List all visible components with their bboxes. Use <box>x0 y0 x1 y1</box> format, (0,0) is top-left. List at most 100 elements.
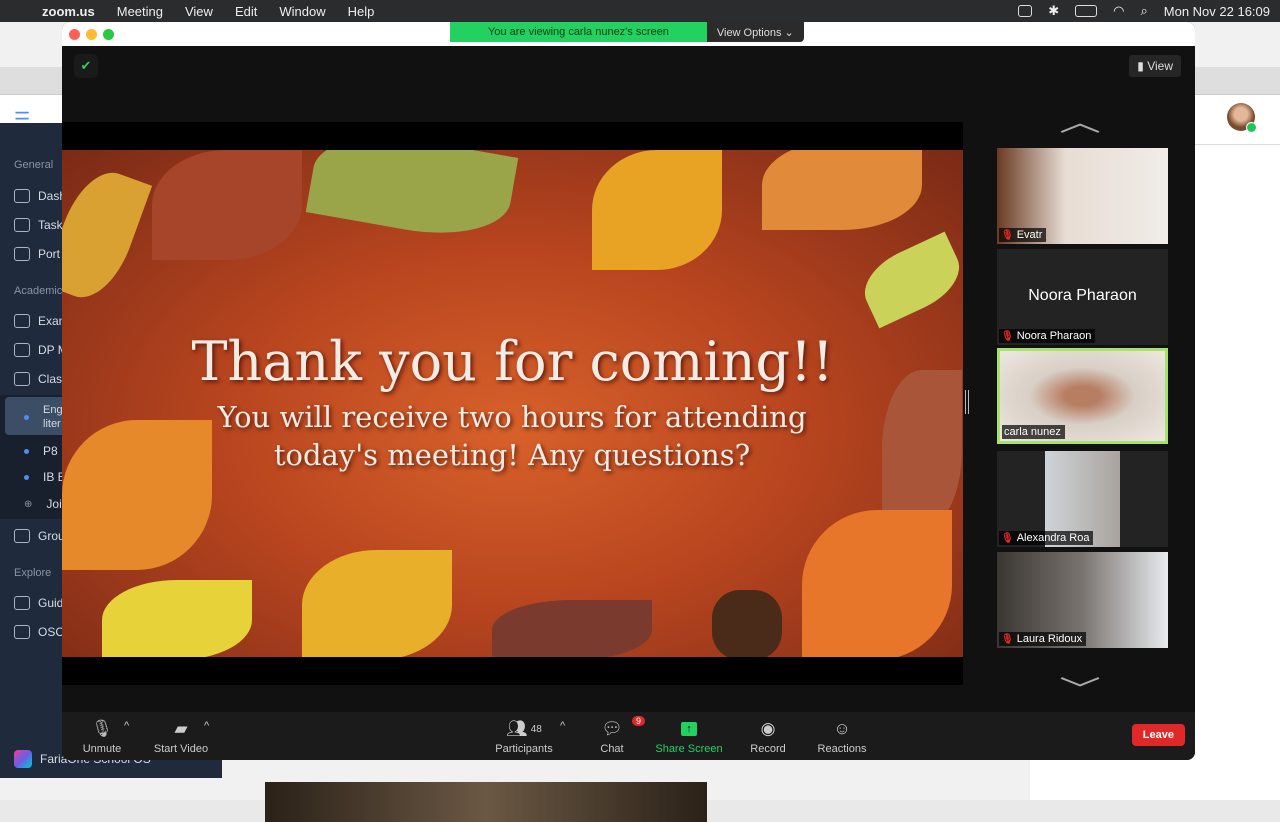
name: Laura Ridoux <box>1016 633 1083 645</box>
zoom-status-icon[interactable] <box>1018 5 1033 17</box>
calendar-icon <box>14 218 30 232</box>
sidebar-item-exams[interactable]: Exan <box>14 314 65 328</box>
menu-window[interactable]: Window <box>279 4 325 19</box>
participants-icon-wrap: 👥︎ 48 <box>492 718 556 740</box>
section-general: General <box>14 159 54 171</box>
sidebar-item-dp[interactable]: DP M <box>14 343 68 357</box>
security-shield-icon[interactable]: ✔ <box>74 54 98 78</box>
start-video-button[interactable]: ▰ Start Video <box>150 718 212 755</box>
slide: Thank you for coming!! You will receive … <box>62 150 963 657</box>
participant-name-large: Noora Pharaon <box>1028 287 1137 304</box>
dashboard-icon <box>14 189 30 203</box>
label: Clas <box>38 372 63 386</box>
label: Guid <box>38 596 64 610</box>
label: P8 <box>43 444 58 458</box>
name-label: 🎙︎ Alexandra Roa <box>999 531 1094 545</box>
participant-tile[interactable]: 🎙︎ Laura Ridoux <box>997 552 1168 648</box>
slide-title: Thank you for coming!! <box>191 330 834 393</box>
menu-view[interactable]: View <box>185 4 213 19</box>
share-arrow-icon: ↑ <box>681 722 697 736</box>
user-avatar[interactable] <box>1227 103 1257 133</box>
participant-tile[interactable]: 🎙︎ Alexandra Roa <box>997 451 1168 547</box>
shared-screen: Thank you for coming!! You will receive … <box>62 122 963 685</box>
class-item-english[interactable]: Eng liter <box>24 403 63 431</box>
leaf-decoration <box>492 600 652 657</box>
dp-icon <box>14 343 30 357</box>
scroll-up-chevron-icon[interactable]: ︿ <box>1059 102 1101 139</box>
label: OSC <box>38 625 65 639</box>
sidebar-item-groups[interactable]: Grou <box>14 529 65 543</box>
leaf-decoration <box>854 231 963 329</box>
leaf-decoration <box>302 550 452 657</box>
muted-mic-icon: 🎙︎ <box>91 719 113 738</box>
osc-icon <box>14 625 30 639</box>
menu-edit[interactable]: Edit <box>235 4 257 19</box>
participant-tile[interactable]: 🎙︎ Evatr <box>997 148 1168 244</box>
class-item-p8[interactable]: P8 <box>24 444 58 458</box>
leaf-decoration <box>62 161 153 309</box>
smiley-plus-icon: ☺︎ <box>833 719 851 738</box>
guides-icon <box>14 596 30 610</box>
search-icon[interactable]: ⌕ <box>1140 3 1147 19</box>
clock[interactable]: Mon Nov 22 16:09 <box>1164 4 1270 19</box>
reactions-button[interactable]: ☺︎ Reactions <box>814 718 870 755</box>
label: View <box>1147 59 1173 73</box>
resize-handle[interactable] <box>965 390 969 414</box>
classes-icon <box>14 372 30 386</box>
class-item-ib[interactable]: IB E <box>24 470 66 484</box>
muted-mic-icon: 🎙︎ <box>1001 229 1014 241</box>
video-thumbnail[interactable] <box>265 782 707 822</box>
chat-badge: 9 <box>632 716 646 726</box>
menu-help[interactable]: Help <box>348 4 375 19</box>
battery-icon[interactable] <box>1075 5 1098 17</box>
bluetooth-icon[interactable]: ✱ <box>1048 3 1059 19</box>
sidebar-item-osc[interactable]: OSC <box>14 625 64 639</box>
label: Chat <box>600 743 624 755</box>
name: carla nunez <box>1004 426 1061 438</box>
view-button[interactable]: ▮ View <box>1129 55 1181 77</box>
close-button[interactable] <box>69 29 80 40</box>
briefcase-icon <box>14 247 30 261</box>
label: Reactions <box>817 743 867 755</box>
label: Eng liter <box>43 404 63 430</box>
sidebar-item-dashboard[interactable]: Dash <box>14 189 66 203</box>
sidebar-item-tasks[interactable]: Task <box>14 218 63 232</box>
name-label: 🎙︎ Noora Pharaon <box>999 329 1096 343</box>
faria-logo-icon <box>14 750 32 768</box>
share-screen-button[interactable]: ↑ Share Screen <box>654 718 724 755</box>
layout-icon: ▮ <box>1137 59 1148 73</box>
label: Grou <box>38 529 65 543</box>
dot-icon <box>24 474 29 480</box>
list-icon <box>14 314 30 328</box>
sidebar-item-classes[interactable]: Clas <box>14 372 62 386</box>
leaf-decoration <box>305 150 519 247</box>
name: Evatr <box>1016 229 1043 241</box>
slide-body: You will receive two hours for attending… <box>217 400 807 472</box>
maximize-button[interactable] <box>103 29 114 40</box>
wifi-icon[interactable]: ◠ <box>1113 3 1124 19</box>
view-options-button[interactable]: View Options ⌄ <box>706 22 804 42</box>
participants-options-caret[interactable]: ^ <box>560 720 565 732</box>
menu-bar: zoom.us Meeting View Edit Window Help ✱ … <box>0 0 1280 22</box>
minimize-button[interactable] <box>86 29 97 40</box>
audio-options-caret[interactable]: ^ <box>124 720 129 732</box>
chat-button[interactable]: 💬︎ 9 Chat <box>592 716 646 755</box>
name-label: carla nunez <box>1002 425 1065 439</box>
record-button[interactable]: ◉ Record <box>744 718 792 755</box>
section-academic: Academic <box>14 285 63 297</box>
sidebar-item-guides[interactable]: Guid <box>14 596 63 610</box>
muted-mic-icon: 🎙︎ <box>1001 532 1014 544</box>
participant-tile-active-speaker[interactable]: carla nunez <box>997 348 1168 444</box>
leave-button[interactable]: Leave <box>1131 724 1185 746</box>
unmute-button[interactable]: 🎙︎ Unmute <box>82 718 122 755</box>
scroll-down-chevron-icon[interactable]: ﹀ <box>1059 670 1101 707</box>
sidebar-item-portfolio[interactable]: Port <box>14 247 60 261</box>
video-options-caret[interactable]: ^ <box>204 720 209 732</box>
menu-app[interactable]: zoom.us <box>42 4 95 19</box>
name-label: 🎙︎ Evatr <box>999 228 1047 242</box>
menu-meeting[interactable]: Meeting <box>117 4 163 19</box>
name: Alexandra Roa <box>1016 532 1090 544</box>
label: Port <box>38 247 61 261</box>
participants-button[interactable]: 👥︎ 48 Participants <box>492 718 556 755</box>
participant-tile[interactable]: Noora Pharaon 🎙︎ Noora Pharaon <box>997 249 1168 345</box>
